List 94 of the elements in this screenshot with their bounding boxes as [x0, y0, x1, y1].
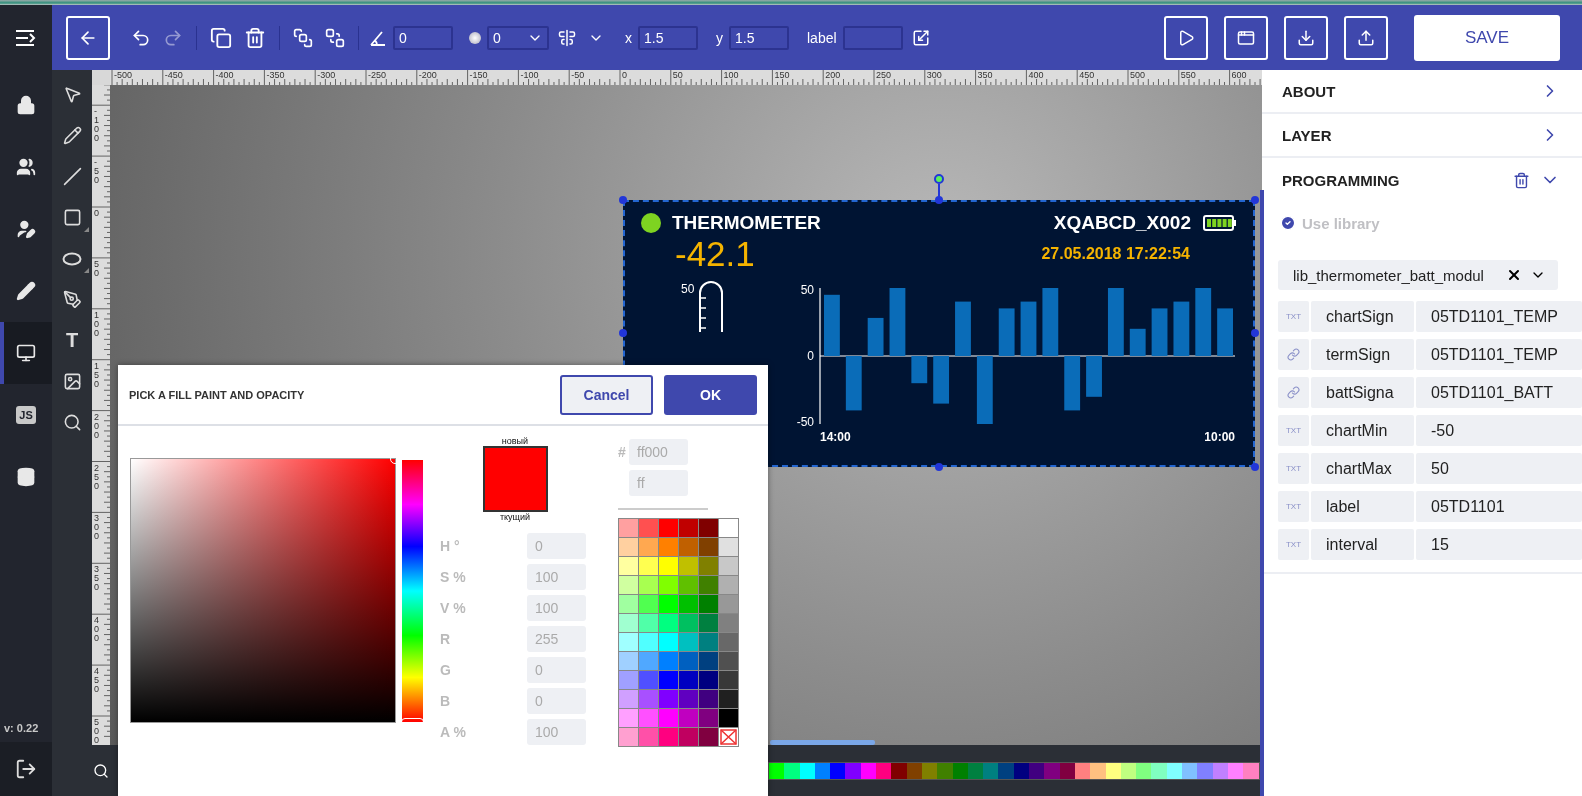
ruler-label: -50: [571, 70, 585, 80]
ruler-label: 200: [825, 70, 841, 80]
ruler-label: -500: [114, 70, 132, 80]
axis-label: 0: [807, 349, 815, 363]
field-label: A %: [440, 723, 466, 740]
ruler-label: 500: [1130, 70, 1146, 80]
checkbox-label: Use library: [1302, 214, 1380, 232]
field-label: H °: [440, 537, 460, 554]
ruler-label: 150: [774, 70, 790, 80]
cancel-button[interactable]: Cancel: [560, 374, 653, 415]
x-label: x: [625, 29, 632, 46]
panel-section-header[interactable]: ABOUT: [1262, 70, 1582, 114]
field-label: G: [440, 661, 451, 678]
widget-title: THERMOMETER: [672, 212, 821, 234]
ruler-label: 250: [876, 70, 892, 80]
ruler-label: -50: [94, 158, 100, 186]
gauge-label: 50: [681, 282, 695, 296]
y-field[interactable]: 1.5: [729, 25, 789, 50]
ok-button[interactable]: OK: [664, 374, 757, 415]
axis-label: -50: [796, 415, 815, 429]
ruler-label: -450: [164, 70, 183, 80]
type-label: TXT: [1285, 312, 1302, 321]
ruler-label: 50: [94, 259, 100, 278]
type-label: TXT: [1285, 464, 1302, 473]
ruler-label: 350: [94, 565, 100, 593]
opacity-select[interactable]: 0: [487, 25, 549, 50]
param-name: termSign: [1311, 339, 1414, 370]
hash-label: #: [618, 443, 627, 460]
ruler-label: -250: [368, 70, 386, 80]
axis-label: 10:00: [1204, 430, 1236, 444]
param-value[interactable]: 05TD1101: [1416, 491, 1582, 522]
version-text: v: 0.22: [3, 722, 40, 736]
ruler-label: -200: [418, 70, 437, 80]
device-id: XQABCD_X002: [1053, 212, 1191, 234]
ruler-label: 500: [94, 718, 100, 745]
ruler-label: 300: [94, 514, 100, 542]
library-select[interactable]: lib_thermometer_batt_modul: [1278, 260, 1558, 290]
text-tool[interactable]: T: [52, 320, 92, 361]
param-value[interactable]: 05TD1101_TEMP: [1416, 339, 1582, 370]
param-value[interactable]: 15: [1416, 529, 1582, 560]
param-value[interactable]: 05TD1101_TEMP: [1416, 301, 1582, 332]
ruler-label: 450: [1079, 70, 1095, 80]
panel-section-header[interactable]: LAYER: [1262, 114, 1582, 158]
ruler-label: 550: [1180, 70, 1196, 80]
ruler-label: -400: [215, 70, 234, 80]
ruler-label: 450: [94, 667, 100, 695]
ruler-label: 300: [926, 70, 942, 80]
ruler-label: -100: [520, 70, 539, 80]
ruler-label: -150: [469, 70, 488, 80]
ruler-label: -300: [317, 70, 336, 80]
type-label: TXT: [1285, 540, 1302, 549]
field-label: S %: [440, 568, 466, 585]
sidebar-item[interactable]: JS: [0, 384, 52, 446]
param-value[interactable]: 05TD1101_BATT: [1416, 377, 1582, 408]
ruler-label: -350: [266, 70, 285, 80]
ruler-label: 600: [1231, 70, 1247, 80]
field-label: V %: [440, 599, 466, 616]
preview-label: новый: [501, 436, 529, 446]
dialog-title: PICK A FILL PAINT AND OPACITY: [129, 388, 306, 401]
y-label: y: [716, 29, 723, 46]
ruler-label: 400: [94, 616, 100, 644]
ruler-label: 0: [622, 70, 627, 80]
ruler-label: 50: [672, 70, 683, 80]
type-label: TXT: [1285, 426, 1302, 435]
param-value[interactable]: 50: [1416, 453, 1582, 484]
ruler-label: -100: [94, 107, 100, 144]
ruler-label: 100: [723, 70, 739, 80]
param-name: label: [1311, 491, 1414, 522]
save-button[interactable]: SAVE: [1414, 14, 1560, 61]
field-label: R: [440, 630, 451, 647]
param-name: interval: [1311, 529, 1414, 560]
ruler-label: 350: [977, 70, 993, 80]
axis-label: 50: [800, 283, 815, 297]
ruler-label: 0: [94, 209, 100, 218]
param-value[interactable]: -50: [1416, 415, 1582, 446]
temperature-value: -42.1: [675, 234, 755, 274]
field-label: B: [440, 692, 451, 709]
type-label: TXT: [1285, 502, 1302, 511]
param-name: chartMax: [1311, 453, 1414, 484]
param-name: battSigna: [1311, 377, 1414, 408]
ruler-label: 250: [94, 463, 100, 491]
ruler-label: 400: [1028, 70, 1044, 80]
x-field[interactable]: 1.5: [638, 25, 698, 50]
preview-label: ткущий: [499, 512, 531, 522]
ruler-label: 100: [94, 310, 100, 338]
param-name: chartMin: [1311, 415, 1414, 446]
param-name: chartSign: [1311, 301, 1414, 332]
axis-label: 14:00: [820, 430, 851, 444]
ruler-label: 150: [94, 361, 100, 389]
angle-field[interactable]: 0: [393, 25, 453, 50]
panel-section-header[interactable]: PROGRAMMING: [1262, 158, 1582, 202]
ruler-label: 200: [94, 412, 100, 440]
label-label: label: [807, 29, 837, 46]
timestamp: 27.05.2018 17:22:54: [1041, 245, 1190, 263]
